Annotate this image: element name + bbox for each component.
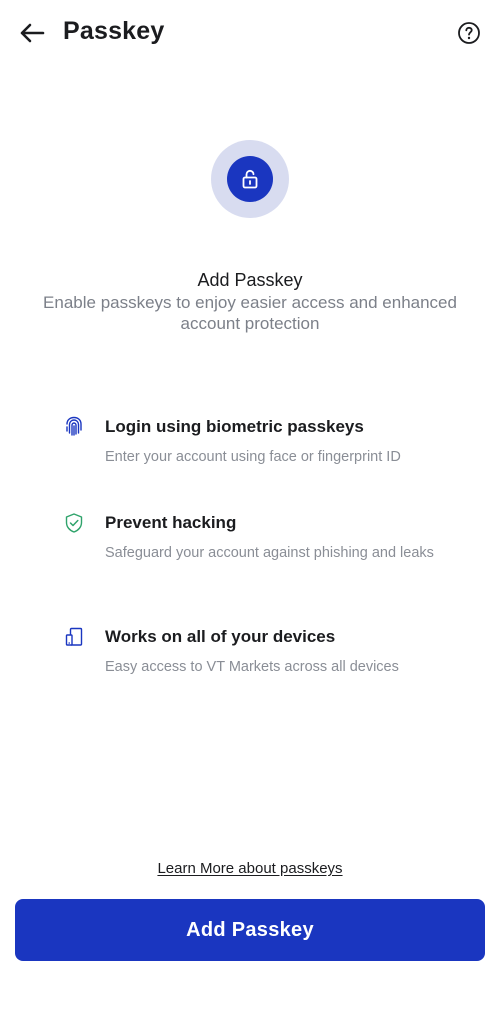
shield-check-icon	[63, 512, 85, 534]
devices-icon	[63, 626, 85, 648]
add-passkey-button[interactable]: Add Passkey	[15, 899, 485, 961]
intro-description: Enable passkeys to enjoy easier access a…	[43, 293, 457, 333]
page-title: Passkey	[63, 17, 165, 45]
fingerprint-icon	[63, 415, 85, 437]
feature-description: Enter your account using face or fingerp…	[105, 449, 401, 465]
hero-icon-badge	[211, 140, 289, 218]
feature-title: Login using biometric passkeys	[105, 417, 364, 436]
feature-title: Works on all of your devices	[105, 627, 336, 646]
feature-description: Safeguard your account against phishing …	[105, 545, 434, 561]
question-circle-icon	[458, 22, 480, 44]
learn-more-link[interactable]: Learn More about passkeys	[0, 860, 500, 877]
feature-description: Easy access to VT Markets across all dev…	[105, 659, 399, 675]
arrow-left-icon	[20, 23, 45, 43]
intro-title: Add Passkey	[197, 270, 303, 290]
back-button[interactable]	[14, 16, 50, 50]
app-header: Passkey	[0, 0, 500, 66]
feature-title: Prevent hacking	[105, 513, 237, 532]
hero-icon-inner	[227, 156, 273, 202]
help-button[interactable]	[456, 20, 482, 46]
passkey-screen: Passkey Add Passkey Enable passkeys to e…	[0, 0, 500, 1024]
unlock-icon	[242, 169, 258, 189]
